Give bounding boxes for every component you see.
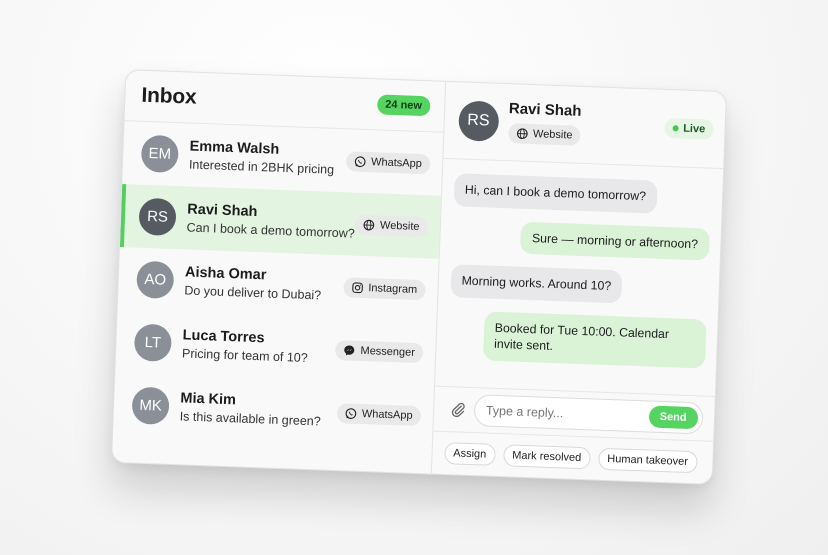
incoming-message: Morning works. Around 10?: [449, 264, 623, 304]
conversation-item[interactable]: EM Emma Walsh Interested in 2BHK pricing…: [122, 121, 443, 196]
avatar: MK: [131, 386, 170, 425]
conversation-list-pane: Inbox 24 new EM Emma Walsh Interested in…: [112, 70, 446, 474]
contact-name: Emma Walsh: [189, 138, 280, 158]
new-count-badge: 24 new: [376, 94, 431, 117]
conversation-item-active[interactable]: RS Ravi Shah Can I book a demo tomorrow?…: [119, 184, 441, 259]
channel-badge: Website: [354, 214, 428, 237]
contact-name: Mia Kim: [180, 390, 237, 409]
whatsapp-icon: [354, 155, 366, 167]
reply-input[interactable]: [483, 402, 650, 425]
channel-badge: Website: [507, 123, 581, 146]
status-dot-icon: [672, 125, 679, 132]
message-preview: Do you deliver to Dubai?: [184, 283, 322, 303]
avatar: AO: [136, 260, 175, 300]
chat-header: RS Ravi Shah Website Live: [443, 81, 727, 170]
action-bar: Assign Mark resolved Human takeover: [431, 430, 714, 484]
chat-pane: RS Ravi Shah Website Live Hi, can I book…: [431, 81, 727, 484]
message-preview: Is this available in green?: [179, 409, 321, 429]
message-preview: Pricing for team of 10?: [181, 346, 308, 365]
live-status-badge: Live: [663, 117, 714, 140]
inbox-title: Inbox: [141, 83, 197, 109]
conversation-item[interactable]: LT Luca Torres Pricing for team of 10? M…: [115, 310, 436, 385]
message-preview: Can I book a demo tomorrow?: [186, 220, 355, 241]
channel-badge: WhatsApp: [336, 402, 421, 426]
channel-badge: Messenger: [335, 339, 424, 363]
contact-name: Luca Torres: [182, 327, 265, 347]
outgoing-message: Booked for Tue 10:00. Calendar invite se…: [482, 311, 707, 369]
mark-resolved-button[interactable]: Mark resolved: [502, 444, 591, 470]
avatar: EM: [140, 134, 180, 174]
conversation-item[interactable]: AO Aisha Omar Do you deliver to Dubai? I…: [118, 247, 439, 322]
globe-icon: [363, 219, 375, 230]
avatar: RS: [457, 100, 500, 142]
message-preview: Interested in 2BHK pricing: [188, 157, 335, 177]
channel-label: WhatsApp: [370, 155, 423, 170]
whatsapp-icon: [345, 407, 357, 419]
incoming-message: Hi, can I book a demo tomorrow?: [453, 173, 658, 214]
human-takeover-button[interactable]: Human takeover: [597, 447, 698, 474]
message-thread: Hi, can I book a demo tomorrow? Sure — m…: [435, 159, 724, 396]
reply-field: Send: [473, 394, 704, 435]
channel-label: Website: [532, 128, 573, 142]
messenger-icon: [344, 345, 355, 355]
instagram-icon: [352, 281, 363, 293]
outgoing-message: Sure — morning or afternoon?: [520, 221, 710, 261]
contact-name: Ravi Shah: [187, 201, 258, 221]
channel-badge: Instagram: [342, 276, 426, 300]
channel-label: Instagram: [368, 281, 418, 296]
avatar: LT: [133, 323, 173, 362]
conversation-item[interactable]: MK Mia Kim Is this available in green? W…: [113, 373, 434, 448]
inbox-card: Inbox 24 new EM Emma Walsh Interested in…: [110, 69, 728, 485]
avatar: RS: [138, 197, 177, 237]
send-button[interactable]: Send: [648, 405, 699, 430]
paperclip-icon[interactable]: [450, 401, 467, 418]
chat-contact-name: Ravi Shah: [508, 100, 582, 120]
status-label: Live: [682, 122, 706, 136]
contact-name: Aisha Omar: [184, 264, 267, 284]
channel-label: WhatsApp: [361, 407, 413, 422]
globe-icon: [516, 128, 528, 140]
channel-label: Website: [379, 219, 420, 233]
channel-label: Messenger: [360, 344, 416, 359]
assign-button[interactable]: Assign: [443, 442, 496, 466]
channel-badge: WhatsApp: [345, 150, 431, 174]
